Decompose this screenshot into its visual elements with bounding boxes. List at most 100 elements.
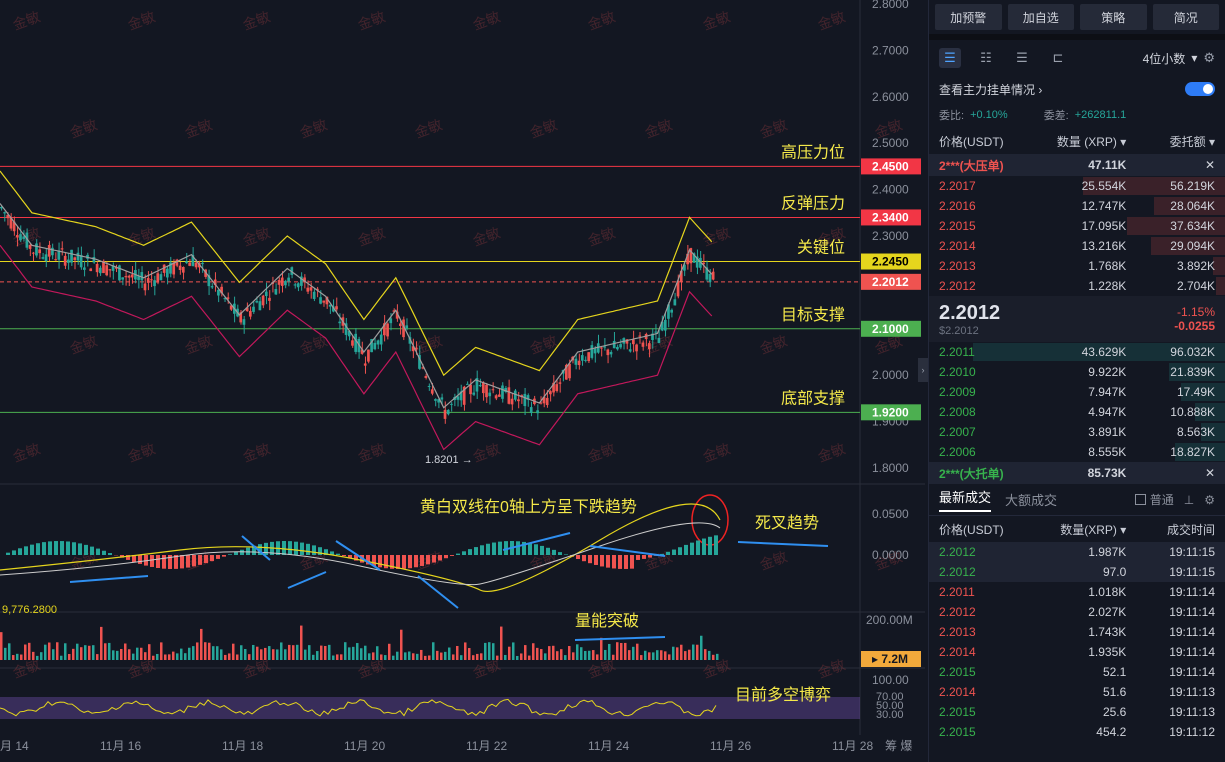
bid-row[interactable]: 2.2011 43.629K 96.032K [929, 342, 1225, 362]
main-orders-row[interactable]: 查看主力挂单情况 › [929, 76, 1225, 102]
trades-col-qty[interactable]: 数量(XRP) ▾ [1038, 521, 1126, 538]
bid-row[interactable]: 2.2006 8.555K 18.827K [929, 442, 1225, 462]
watermark-text: 金敏 [701, 224, 733, 249]
checkbox-icon [1134, 494, 1146, 505]
close-icon[interactable]: ✕ [1126, 158, 1215, 172]
candle-body [41, 257, 45, 259]
candle-body [632, 339, 635, 345]
watermark-text: 金敏 [701, 8, 733, 33]
gear-icon[interactable]: ⚙ [1204, 493, 1215, 507]
volume-bar [648, 652, 651, 660]
close-icon[interactable]: ✕ [1126, 466, 1215, 480]
volume-bar [660, 650, 663, 660]
level-value: 2.2450 [872, 255, 909, 269]
volume-bar [700, 635, 703, 660]
main-orders-link[interactable]: 查看主力挂单情况 › [939, 81, 1042, 98]
bid-row[interactable]: 2.2008 4.947K 10.888K [929, 402, 1225, 422]
ask-row[interactable]: 2.2013 1.768K 3.892K [929, 256, 1225, 276]
macd-bar [402, 555, 406, 569]
trade-qty: 52.1 [1102, 665, 1127, 679]
bid-price: 2.2009 [939, 385, 976, 399]
book-col-qty[interactable]: 数量 (XRP) ▾ [1038, 133, 1126, 150]
asks-list: 2.2017 25.554K 56.219K 2.2016 12.747K 28.064K… [929, 176, 1225, 296]
macd-bar [576, 555, 580, 560]
strategy-button[interactable]: 策略 [1080, 4, 1147, 30]
volume-bar [340, 654, 343, 660]
volume-bar [704, 649, 707, 660]
candle-body [549, 391, 552, 395]
macd-bar [708, 536, 712, 555]
candle-body [31, 252, 35, 254]
tab-latest-trades[interactable]: 最新成交 [939, 487, 992, 512]
macd-bar [564, 554, 568, 555]
annotation-arrow [589, 545, 666, 557]
bid-amount: 21.839K [1170, 365, 1216, 379]
filter-icon[interactable]: ⊥ [1184, 493, 1194, 507]
decimals-select[interactable]: 4位小数 ▾ ⚙ [1143, 50, 1215, 67]
candle-body [44, 254, 48, 262]
big-ask-row[interactable]: 2***(大压单) 47.11K ✕ [929, 154, 1225, 176]
volume-bar [224, 654, 227, 660]
book-bids-icon[interactable]: ☷ [975, 48, 997, 68]
ask-row[interactable]: 2.2012 1.228K 2.704K [929, 276, 1225, 296]
book-col-amount[interactable]: 委托额 ▾ [1126, 133, 1215, 150]
volume-bar [640, 655, 643, 660]
normal-checkbox[interactable]: 普通 [1134, 491, 1174, 508]
candle-body [580, 355, 584, 361]
candle-body [351, 340, 354, 346]
gear-icon[interactable]: ⚙ [1203, 50, 1215, 66]
ask-row[interactable]: 2.2014 13.216K 29.094K [929, 236, 1225, 256]
watermark-text: 金敏 [586, 8, 618, 33]
collapse-panel-handle[interactable]: › [918, 358, 928, 382]
volume-bar [596, 654, 599, 660]
big-bid-row[interactable]: 2***(大托单) 85.73K ✕ [929, 462, 1225, 484]
volume-bar [236, 654, 239, 660]
macd-bar [666, 551, 670, 555]
volume-bar [392, 655, 395, 660]
rsi-axis-label: 100.00 [872, 673, 909, 687]
bid-row[interactable]: 2.2007 3.891K 8.563K [929, 422, 1225, 442]
overview-button[interactable]: 简况 [1152, 4, 1219, 30]
macd-bar [336, 553, 340, 555]
watermark-text: 金敏 [586, 224, 618, 249]
annotation-arrow [574, 636, 666, 641]
bid-row[interactable]: 2.2010 9.922K 21.839K [929, 362, 1225, 382]
bid-qty: 7.947K [1088, 385, 1127, 399]
volume-bar [352, 646, 355, 660]
trade-price: 2.2015 [939, 725, 976, 739]
volume-bar [252, 644, 255, 660]
add-watchlist-button[interactable]: 加自选 [1007, 4, 1074, 30]
volume-bar [668, 654, 671, 660]
add-alert-button[interactable]: 加预警 [935, 4, 1002, 30]
trade-row: 2.2012 1.987K 19:11:15 [929, 542, 1225, 562]
candle-body [657, 337, 661, 344]
volume-bar [492, 643, 495, 660]
book-view-toolbar: ☰ ☷ ☰ ⊏ 4位小数 ▾ ⚙ [929, 40, 1225, 76]
volume-bar [348, 647, 351, 660]
candle-body [284, 280, 287, 286]
book-asks-icon[interactable]: ☰ [1011, 48, 1033, 68]
book-both-icon[interactable]: ☰ [939, 48, 961, 68]
macd-bar [228, 554, 232, 555]
candle-body [491, 389, 495, 391]
candlestick-chart[interactable]: 金敏 金敏 金敏 金敏 金敏 金敏 金敏 金敏金敏 金敏 金敏 金敏 金敏 金敏 金敏 金敏金敏 金敏 金敏 金敏… [0, 0, 925, 762]
candle-body [376, 340, 380, 345]
ask-row[interactable]: 2.2017 25.554K 56.219K [929, 176, 1225, 196]
volume-bar [464, 642, 467, 660]
volume-bar [304, 649, 307, 660]
chart-pane[interactable]: 金敏 金敏 金敏 金敏 金敏 金敏 金敏 金敏 金敏 金敏 金敏 金敏 金敏 金敏 金敏 金敏 金敏 金敏 金敏 金敏… [0, 0, 925, 762]
book-expand-icon[interactable]: ⊏ [1047, 48, 1069, 68]
candle-body [577, 360, 581, 366]
ask-row[interactable]: 2.2016 12.747K 28.064K [929, 196, 1225, 216]
volume-bar [36, 655, 39, 660]
bid-row[interactable]: 2.2009 7.947K 17.49K [929, 382, 1225, 402]
tab-large-trades[interactable]: 大额成交 [1005, 490, 1057, 509]
macd-note-cross: 死叉趋势 [755, 514, 819, 532]
trade-row: 2.2014 1.935K 19:11:14 [929, 642, 1225, 662]
macd-bar [588, 555, 592, 564]
volume-bar [684, 651, 687, 660]
main-orders-toggle[interactable] [1185, 82, 1215, 96]
ask-row[interactable]: 2.2015 17.095K 37.634K [929, 216, 1225, 236]
volume-bar [184, 653, 187, 660]
trade-qty: 25.6 [1102, 705, 1127, 719]
